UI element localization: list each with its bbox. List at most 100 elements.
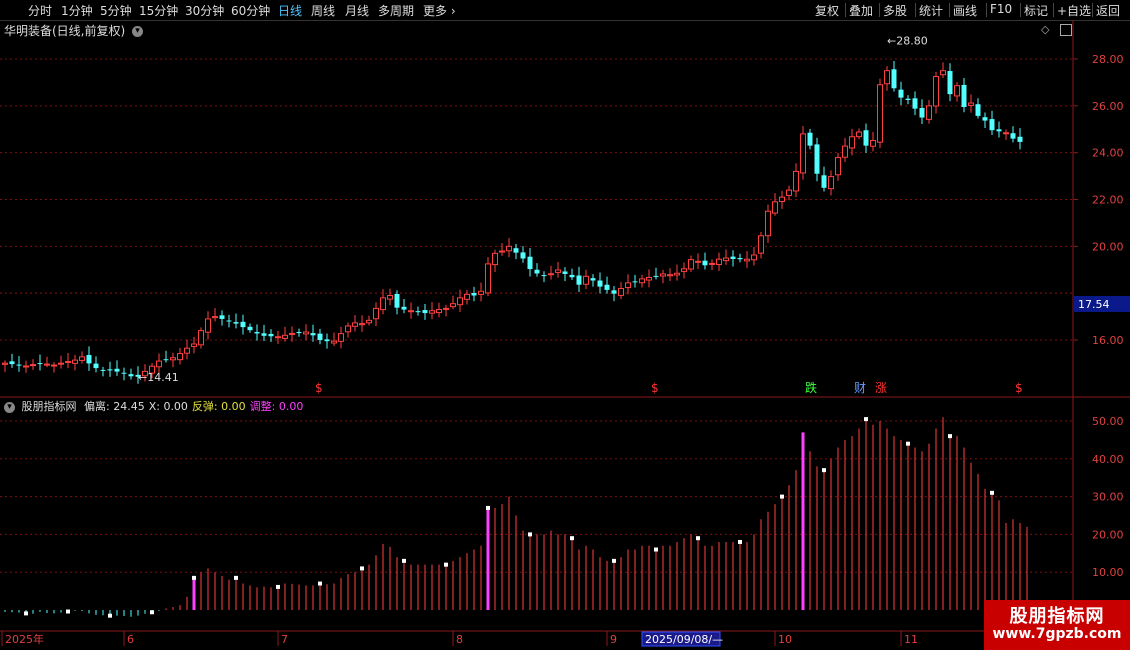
candle-body-up [744,258,750,262]
price-tick-label: 28.00 [1092,53,1124,66]
candle-body-up [548,273,554,276]
period-tab[interactable]: 周线 [311,2,335,19]
period-tab[interactable]: 分时 [28,2,52,19]
period-tab[interactable]: 多周期 [378,2,414,19]
candle-body-down [401,306,407,310]
candle-body-down [611,290,617,294]
dropdown-icon[interactable]: ▾ [132,26,144,37]
candle-body-up [786,189,792,196]
candle-body-down [541,275,547,277]
candle-body-down [527,256,533,270]
watermark-title: 股朋指标网 [1009,606,1105,627]
period-tab[interactable]: 15分钟 [139,2,178,19]
candle-body-up [478,290,484,295]
candle-body-up [723,257,729,262]
diamond-icon[interactable]: ◇ [1041,23,1049,36]
date-label: 9 [610,633,617,646]
candle-body-up [408,310,414,313]
candle-body-up [79,356,85,361]
candle-body-down [632,281,638,283]
candle-body-up [170,357,176,361]
candle-body-down [422,310,428,314]
date-axis: 2025年 6 7 8 9 2025/09/08/— 10 11 [1,631,918,647]
tool-button[interactable]: 返回 [1096,2,1120,19]
candle-body-up [674,272,680,276]
indicator-dot [948,434,952,439]
candle-body-up [499,250,505,253]
candle-body-down [961,84,967,108]
indicator-dot [528,532,532,537]
date-label: 8 [456,633,463,646]
period-tab[interactable]: 60分钟 [231,2,270,19]
toolbar-divider [949,3,950,17]
candle-body-down [1017,136,1023,142]
indicator-tick-label: 10.00 [1092,566,1124,579]
period-tab[interactable]: 日线 [278,2,302,19]
candle-body-up [457,297,463,306]
toolbar-divider [1053,3,1054,17]
candle-body-down [590,278,596,281]
candle-body-down [513,248,519,253]
period-tab[interactable]: 更多 › [423,2,456,19]
indicator-tick-label: 30.00 [1092,491,1124,504]
toolbar-divider [915,3,916,17]
candle-body-down [814,144,820,174]
candle-body-up [65,361,71,364]
candle-body-up [338,333,344,342]
indicator-dot [150,610,154,615]
candle-body-down [982,117,988,121]
tool-button[interactable]: 复权 [815,2,839,19]
period-tab[interactable]: 30分钟 [185,2,224,19]
chart-canvas[interactable]: 28.00 26.00 24.00 22.00 20.00 16.00 17.54 50.0… [0,20,1130,650]
tool-button[interactable]: +自选 [1057,2,1091,19]
indicator-axis: 50.00 40.00 30.00 20.00 10.00 [1092,415,1124,579]
candle-body-up [681,268,687,272]
tool-button[interactable]: 多股 [883,2,907,19]
candle-body-up [583,275,589,285]
tool-button[interactable]: 标记 [1024,2,1048,19]
candle-body-down [996,129,1002,132]
candle-body-down [569,274,575,278]
panel-toggle-icon[interactable] [1060,24,1072,36]
candle-body-up [387,295,393,300]
candle-body-up [646,276,652,281]
tool-button[interactable]: 画线 [953,2,977,19]
indicator-dropdown-icon[interactable]: ▾ [4,401,15,413]
candle-body-down [128,374,134,377]
candlestick-series [2,61,1023,384]
tool-button[interactable]: 叠加 [849,2,873,19]
period-tab[interactable]: 5分钟 [100,2,132,19]
candle-body-down [261,333,267,336]
indicator-tick-label: 20.00 [1092,528,1124,541]
current-price-label: 17.54 [1078,298,1110,311]
tool-button[interactable]: F10 [990,2,1012,16]
candle-body-up [877,84,883,143]
candle-body-up [800,133,806,174]
candle-body-up [492,252,498,266]
candle-body-up [555,269,561,273]
tool-button[interactable]: 统计 [919,2,943,19]
candle-body-down [233,322,239,324]
candle-body-down [730,256,736,259]
toolbar-divider [1092,3,1093,17]
candle-body-up [289,332,295,335]
indicator-dot [822,468,826,473]
candle-body-up [443,307,449,310]
candle-body-down [324,339,330,342]
toolbar-divider [845,3,846,17]
period-tab[interactable]: 月线 [345,2,369,19]
candle-body-up [205,318,211,333]
date-label: 10 [778,633,792,646]
date-label: 6 [127,633,134,646]
candle-body-up [842,145,848,158]
toolbar-divider [1020,3,1021,17]
candle-body-down [520,252,526,259]
event-mark: 跌 [805,380,817,395]
date-label: 2025年 [5,632,44,646]
candle-body-up [758,235,764,254]
period-tab[interactable]: 1分钟 [61,2,93,19]
indicator-dot [276,584,280,589]
candle-body-down [121,372,127,374]
candle-body-up [352,322,358,327]
candle-body-down [1010,133,1016,139]
